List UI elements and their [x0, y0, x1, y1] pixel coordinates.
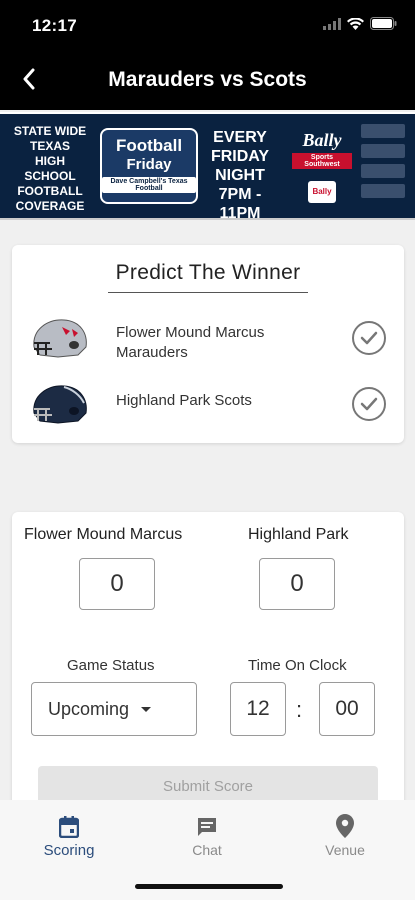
banner-line: State Wide: [13, 124, 87, 138]
game-status-label: Game Status: [67, 657, 155, 674]
home-score-input[interactable]: 0: [79, 558, 155, 610]
sponsor-logo: [361, 124, 405, 138]
tab-chat[interactable]: Chat: [157, 810, 257, 858]
status-bar: 12:17: [0, 0, 415, 50]
checkmark-icon: [360, 331, 378, 345]
banner-line: Every: [213, 129, 267, 146]
banner-line: 7PM - 11PM: [218, 186, 262, 220]
team-name: Highland Park Scots: [116, 392, 252, 409]
page-title: Marauders vs Scots: [108, 68, 307, 91]
location-pin-icon: [336, 814, 354, 838]
bally-sports-logo: Bally Sports Southwest Bally: [292, 130, 352, 203]
team-row[interactable]: Flower Mound Marcus Marauders: [28, 313, 390, 365]
tab-label: Scoring: [43, 842, 95, 859]
tab-label: Chat: [192, 842, 222, 858]
football-friday-logo: Football Friday Dave Campbell's Texas Fo…: [100, 128, 198, 204]
sponsor-logo: [361, 144, 405, 158]
tab-venue[interactable]: Venue: [295, 810, 395, 858]
tab-scoring[interactable]: Scoring: [19, 810, 119, 859]
predict-winner-card: Predict The Winner Flower Mound Marcus M…: [12, 245, 404, 443]
logo-line: Friday: [126, 156, 172, 173]
banner-coverage-text: State Wide Texas High School Football Co…: [8, 124, 92, 214]
time-on-clock-label: Time On Clock: [248, 657, 347, 674]
banner-line: Night: [215, 167, 265, 184]
banner-schedule-text: Every Friday Night 7PM - 11PM: [200, 128, 280, 220]
banner-line: High School: [24, 154, 76, 183]
bally-badge: Bally: [308, 181, 336, 203]
wifi-icon: [347, 17, 364, 30]
calendar-icon: [59, 816, 79, 838]
status-time: 12:17: [32, 16, 77, 35]
home-indicator[interactable]: [135, 884, 283, 889]
banner-line: Football: [17, 184, 83, 198]
bally-subtitle: Sports Southwest: [292, 153, 352, 169]
logo-line: Football: [115, 136, 183, 155]
clock-minutes-input[interactable]: 12: [230, 682, 286, 736]
checkmark-icon: [360, 397, 378, 411]
tab-label: Venue: [325, 842, 365, 858]
status-icons: [323, 17, 397, 30]
clock-separator: :: [296, 697, 303, 722]
sponsor-logo: [361, 164, 405, 178]
logo-badge: Dave Campbell's Texas Football: [102, 177, 196, 193]
banner-line: Friday: [210, 148, 270, 165]
helmet-icon: [33, 319, 87, 358]
title-underline: [108, 292, 308, 293]
game-status-dropdown[interactable]: Upcoming: [31, 682, 197, 736]
banner-line: Texas: [29, 139, 70, 153]
dropdown-caret-icon: [141, 706, 152, 712]
signal-icon: [323, 17, 341, 30]
home-team-label: Flower Mound Marcus: [24, 526, 183, 543]
sponsor-logo: [361, 184, 405, 198]
predict-title: Predict The Winner: [115, 261, 301, 284]
clock-seconds-input[interactable]: 00: [319, 682, 375, 736]
team-name: Flower Mound Marcus Marauders: [116, 324, 265, 361]
sponsor-logos: [357, 124, 409, 198]
sponsor-banner[interactable]: State Wide Texas High School Football Co…: [0, 112, 415, 220]
select-winner-button[interactable]: [352, 321, 386, 355]
team-row[interactable]: Highland Park Scots: [28, 379, 390, 431]
bally-name: Bally: [302, 130, 342, 150]
away-team-label: Highland Park: [248, 526, 349, 543]
helmet-icon: [33, 385, 87, 424]
banner-line: Coverage: [15, 199, 85, 213]
navigation-bar: Marauders vs Scots: [0, 50, 415, 110]
score-entry-card: Flower Mound Marcus Highland Park 0 0 Ga…: [12, 512, 404, 812]
away-score-input[interactable]: 0: [259, 558, 335, 610]
battery-icon: [370, 17, 397, 30]
game-status-value: Upcoming: [48, 698, 130, 719]
select-winner-button[interactable]: [352, 387, 386, 421]
chat-icon: [198, 818, 216, 836]
